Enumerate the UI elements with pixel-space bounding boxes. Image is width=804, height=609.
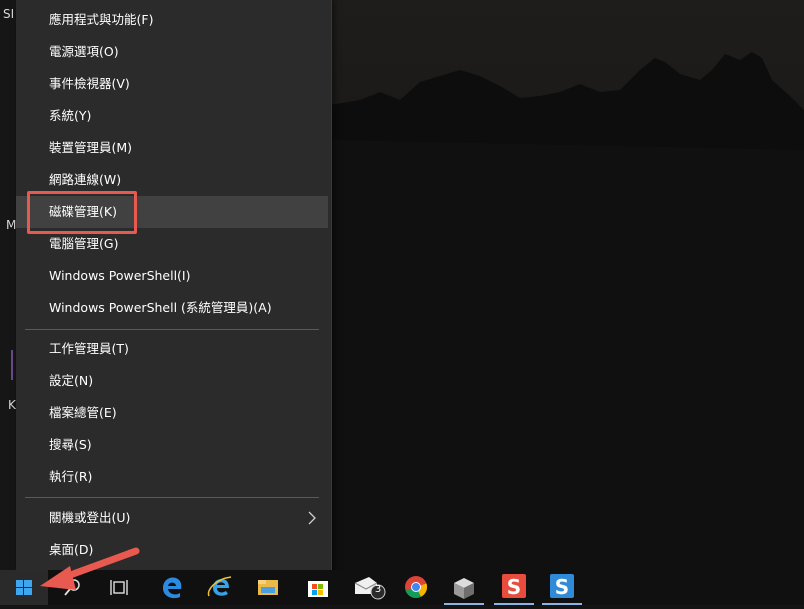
desktop-left-strip [0, 0, 16, 570]
svg-text:S: S [555, 575, 569, 599]
menu-item-label: 系統(Y) [49, 108, 92, 123]
file-explorer-icon [258, 580, 278, 595]
menu-item-powershell-admin[interactable]: Windows PowerShell (系統管理員)(A) [16, 292, 328, 324]
menu-item-search[interactable]: 搜尋(S) [16, 429, 328, 461]
menu-item-shutdown-signout[interactable]: 關機或登出(U) [16, 502, 328, 534]
menu-item-powershell[interactable]: Windows PowerShell(I) [16, 260, 328, 292]
task-view-icon [110, 580, 128, 595]
edge-taskbar-button[interactable] [148, 570, 196, 605]
menu-item-apps-and-features[interactable]: 應用程式與功能(F) [16, 4, 328, 36]
menu-item-power-options[interactable]: 電源選項(O) [16, 36, 328, 68]
menu-separator [25, 329, 319, 330]
menu-item-label: 設定(N) [49, 373, 94, 388]
desktop-icon-label[interactable]: M [6, 218, 16, 232]
sogou-s-icon: S [502, 574, 526, 599]
store-taskbar-button[interactable] [294, 570, 342, 605]
menu-item-label: 事件檢視器(V) [49, 76, 130, 91]
menu-item-task-manager[interactable]: 工作管理員(T) [16, 333, 328, 365]
menu-item-file-explorer[interactable]: 檔案總管(E) [16, 397, 328, 429]
package-taskbar-button[interactable] [440, 570, 488, 605]
start-button[interactable] [0, 570, 48, 605]
menu-item-label: 執行(R) [49, 469, 93, 484]
sogou-blue-s-icon: S [550, 574, 574, 599]
winx-context-menu: 應用程式與功能(F) 電源選項(O) 事件檢視器(V) 系統(Y) 裝置管理員(… [16, 0, 332, 575]
menu-item-label: 關機或登出(U) [49, 510, 131, 525]
menu-item-settings[interactable]: 設定(N) [16, 365, 328, 397]
search-button[interactable] [48, 570, 96, 605]
menu-separator [25, 497, 319, 498]
mail-taskbar-button[interactable]: 3 [342, 570, 390, 605]
menu-item-label: 電源選項(O) [49, 44, 119, 59]
windows-start-icon [16, 580, 32, 595]
mail-icon [354, 577, 386, 600]
chrome-icon [405, 576, 428, 599]
menu-item-desktop[interactable]: 桌面(D) [16, 534, 328, 566]
taskbar: 3 S S [0, 570, 804, 605]
desktop-icon-label[interactable]: SI [3, 7, 14, 21]
mail-badge-count: 3 [374, 584, 382, 595]
menu-item-label: Windows PowerShell (系統管理員)(A) [49, 300, 272, 315]
desktop-icon-label[interactable]: K [8, 398, 16, 412]
ie-taskbar-button[interactable] [196, 570, 244, 605]
task-view-button[interactable] [96, 570, 144, 605]
menu-item-label: 應用程式與功能(F) [49, 12, 154, 27]
menu-item-label: Windows PowerShell(I) [49, 268, 191, 283]
menu-item-event-viewer[interactable]: 事件檢視器(V) [16, 68, 328, 100]
edge-icon [163, 577, 182, 599]
file-explorer-taskbar-button[interactable] [244, 570, 292, 605]
menu-item-label: 裝置管理員(M) [49, 140, 133, 155]
sogou-blue-taskbar-button[interactable]: S [538, 570, 586, 605]
package-icon [454, 578, 474, 599]
menu-item-label: 工作管理員(T) [49, 341, 129, 356]
annotation-highlight-box [27, 191, 137, 234]
svg-text:S: S [507, 575, 521, 599]
chevron-right-icon [308, 511, 316, 525]
menu-item-label: 檔案總管(E) [49, 405, 117, 420]
menu-item-run[interactable]: 執行(R) [16, 461, 328, 493]
desktop-icon-edge [11, 350, 13, 380]
sogou-red-taskbar-button[interactable]: S [490, 570, 538, 605]
store-icon [308, 581, 328, 597]
menu-item-label: 搜尋(S) [49, 437, 92, 452]
menu-item-system[interactable]: 系統(Y) [16, 100, 328, 132]
menu-item-device-manager[interactable]: 裝置管理員(M) [16, 132, 328, 164]
internet-explorer-icon [207, 576, 232, 597]
menu-item-label: 桌面(D) [49, 542, 94, 557]
search-icon [64, 579, 80, 596]
chrome-taskbar-button[interactable] [392, 570, 440, 605]
